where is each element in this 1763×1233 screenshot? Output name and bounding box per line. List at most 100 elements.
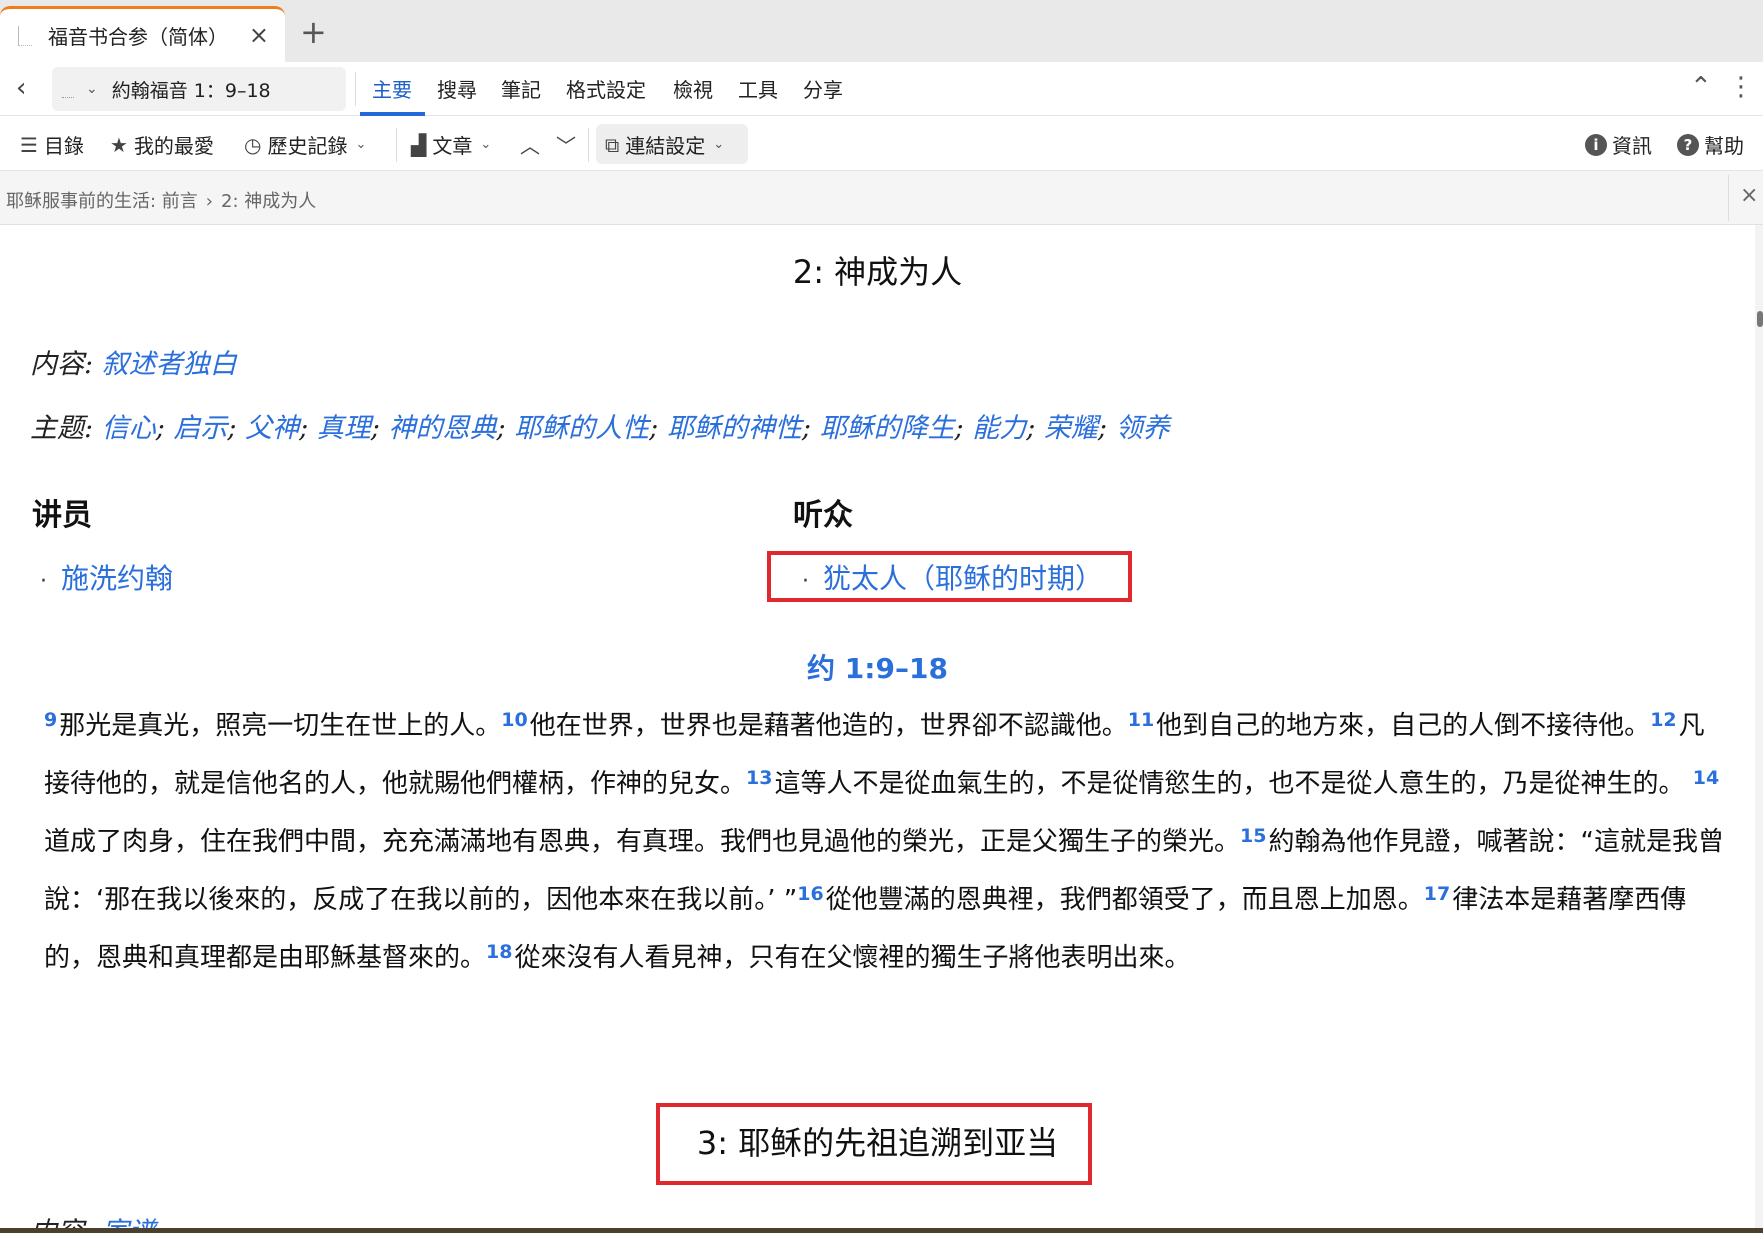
new-tab-icon[interactable]: + bbox=[300, 14, 327, 50]
highlight-box bbox=[767, 551, 1132, 602]
chevron-down-icon: ⌄ bbox=[480, 137, 492, 152]
resource-icon bbox=[62, 80, 74, 98]
menu-tools[interactable]: 工具 bbox=[738, 74, 778, 103]
menu-format[interactable]: 格式設定 bbox=[566, 74, 646, 103]
speaker-link[interactable]: 施洗约翰 bbox=[61, 562, 173, 595]
scrollbar-thumb[interactable] bbox=[1757, 311, 1763, 327]
help-label: 幫助 bbox=[1704, 134, 1744, 158]
theme-link[interactable]: 耶稣的降生 bbox=[820, 413, 955, 444]
chevron-down-icon: ⌄ bbox=[713, 137, 725, 152]
verse-number[interactable]: 9 bbox=[44, 709, 57, 731]
chevron-down-icon[interactable]: ⌄ bbox=[86, 81, 98, 97]
info-icon: i bbox=[1585, 133, 1607, 156]
divider bbox=[588, 128, 589, 162]
content-link[interactable]: 家谱 bbox=[102, 1217, 156, 1228]
list-icon: ☰ bbox=[20, 132, 38, 157]
divider bbox=[396, 128, 397, 162]
verse-number[interactable]: 14 bbox=[1693, 767, 1719, 789]
verse-number[interactable]: 18 bbox=[486, 941, 512, 963]
content-link[interactable]: 叙述者独白 bbox=[102, 349, 237, 380]
menu-search[interactable]: 搜尋 bbox=[437, 74, 477, 103]
chevron-down-icon: ⌄ bbox=[355, 137, 367, 152]
verse-number[interactable]: 10 bbox=[501, 709, 527, 731]
favorites-button[interactable]: ★ 我的最愛 bbox=[110, 130, 214, 159]
history-button[interactable]: ◷ 歷史記錄 ⌄ bbox=[244, 130, 366, 159]
theme-link[interactable]: 领养 bbox=[1116, 413, 1170, 444]
toc-button[interactable]: ☰ 目錄 bbox=[20, 130, 84, 159]
theme-link[interactable]: 启示 bbox=[173, 413, 227, 444]
info-button[interactable]: i 資訊 bbox=[1585, 130, 1652, 159]
divider bbox=[355, 72, 356, 106]
toc-label: 目錄 bbox=[43, 134, 84, 158]
verse-number[interactable]: 17 bbox=[1424, 883, 1450, 905]
theme-separator: ; bbox=[299, 413, 317, 444]
theme-separator: ; bbox=[155, 413, 174, 444]
more-options-icon[interactable]: ⋮ bbox=[1728, 72, 1754, 102]
help-button[interactable]: ? 幫助 bbox=[1677, 130, 1744, 159]
scripture-reference[interactable]: 约 1:9–18 bbox=[0, 647, 1755, 687]
scrollbar[interactable] bbox=[1755, 225, 1763, 1228]
theme-link[interactable]: 荣耀 bbox=[1044, 413, 1098, 444]
menu-share[interactable]: 分享 bbox=[803, 74, 843, 103]
verse-number[interactable]: 15 bbox=[1240, 825, 1266, 847]
verse-text: 從來沒有人看見神，只有在父懷裡的獨生子將他表明出來。 bbox=[514, 943, 1191, 973]
breadcrumb: 耶稣服事前的生活: 前言 › 2: 神成为人 bbox=[6, 187, 316, 213]
menu-view[interactable]: 檢視 bbox=[673, 74, 713, 103]
toolbar: ☰ 目錄 ★ 我的最愛 ◷ 歷史記錄 ⌄ ▟ 文章 ⌄ ︿ ﹀ ⧉ 連結設定 ⌄… bbox=[0, 116, 1763, 171]
collapse-icon[interactable]: ⌃ bbox=[1690, 72, 1712, 102]
menu-notes[interactable]: 筆記 bbox=[501, 74, 541, 103]
verse-text: 他在世界，世界也是藉著他造的，世界卻不認識他。 bbox=[529, 711, 1128, 741]
info-label: 資訊 bbox=[1612, 134, 1652, 158]
chevron-up-icon: ︿ bbox=[520, 134, 540, 158]
theme-link[interactable]: 能力 bbox=[972, 413, 1026, 444]
theme-link[interactable]: 父神 bbox=[245, 413, 299, 444]
content-label: 内容: bbox=[30, 349, 94, 380]
close-icon[interactable]: × bbox=[1740, 183, 1758, 208]
previous-button[interactable]: ︿ bbox=[520, 130, 546, 159]
scripture-text: 9那光是真光，照亮一切生在世上的人。10他在世界，世界也是藉著他造的，世界卻不認… bbox=[44, 694, 1724, 984]
speaker-item: · 施洗约翰 bbox=[40, 557, 173, 597]
verse-number[interactable]: 13 bbox=[746, 767, 772, 789]
star-icon: ★ bbox=[110, 132, 128, 157]
breadcrumb-item[interactable]: 耶稣服事前的生活: 前言 bbox=[6, 191, 198, 212]
chevron-down-icon: ﹀ bbox=[556, 134, 576, 158]
bullet: · bbox=[40, 569, 47, 594]
theme-separator: ; bbox=[370, 413, 389, 444]
tab-gospel-harmony[interactable]: 福音书合参（简体） × bbox=[0, 6, 285, 62]
themes-label: 主题: bbox=[30, 413, 94, 444]
content-line: 内容: 家谱 bbox=[30, 1210, 156, 1228]
verse-number[interactable]: 11 bbox=[1128, 709, 1154, 731]
themes-line: 主题: 信心; 启示; 父神; 真理; 神的恩典; 耶稣的人性; 耶稣的神性; … bbox=[30, 406, 1170, 445]
history-icon: ◷ bbox=[244, 132, 262, 157]
theme-link[interactable]: 耶稣的人性 bbox=[514, 413, 649, 444]
next-button[interactable]: ﹀ bbox=[556, 130, 582, 159]
reference-box[interactable]: ⌄ 約翰福音 1：9–18 bbox=[52, 67, 346, 111]
menu-home[interactable]: 主要 bbox=[372, 74, 412, 103]
close-tab-icon[interactable]: × bbox=[249, 21, 269, 49]
theme-separator: ; bbox=[227, 413, 246, 444]
theme-link[interactable]: 耶稣的神性 bbox=[667, 413, 802, 444]
verse-text: 這等人不是從血氣生的，不是從情慾生的，也不是從人意生的，乃是從神生的。 bbox=[774, 769, 1693, 799]
reference-text[interactable]: 約翰福音 1：9–18 bbox=[112, 76, 271, 103]
verse-number[interactable]: 12 bbox=[1650, 709, 1676, 731]
link-settings-content[interactable]: ⧉ 連結設定 ⌄ bbox=[605, 130, 724, 159]
favorites-label: 我的最愛 bbox=[133, 134, 214, 158]
speakers-heading: 讲员 bbox=[32, 498, 92, 533]
content-line: 内容: 叙述者独白 bbox=[30, 342, 237, 381]
theme-link[interactable]: 信心 bbox=[102, 413, 156, 444]
back-icon[interactable]: ‹ bbox=[16, 73, 26, 103]
article-button[interactable]: ▟ 文章 ⌄ bbox=[411, 130, 491, 159]
history-label: 歷史記錄 bbox=[267, 134, 348, 158]
bar-chart-icon: ▟ bbox=[411, 132, 427, 157]
section-title: 2: 神成为人 bbox=[792, 253, 963, 291]
verse-number[interactable]: 16 bbox=[797, 883, 823, 905]
link-settings-label: 連結設定 bbox=[625, 134, 706, 158]
document-content: 2: 神成为人 内容: 叙述者独白 主题: 信心; 启示; 父神; 真理; 神的… bbox=[0, 225, 1763, 1228]
breadcrumb-separator: › bbox=[205, 191, 213, 212]
help-icon: ? bbox=[1677, 133, 1699, 156]
theme-link[interactable]: 神的恩典 bbox=[388, 413, 496, 444]
breadcrumb-item[interactable]: 2: 神成为人 bbox=[221, 191, 316, 212]
theme-link[interactable]: 真理 bbox=[317, 413, 371, 444]
verse-text: 那光是真光，照亮一切生在世上的人。 bbox=[59, 711, 502, 741]
theme-separator: ; bbox=[649, 413, 667, 444]
